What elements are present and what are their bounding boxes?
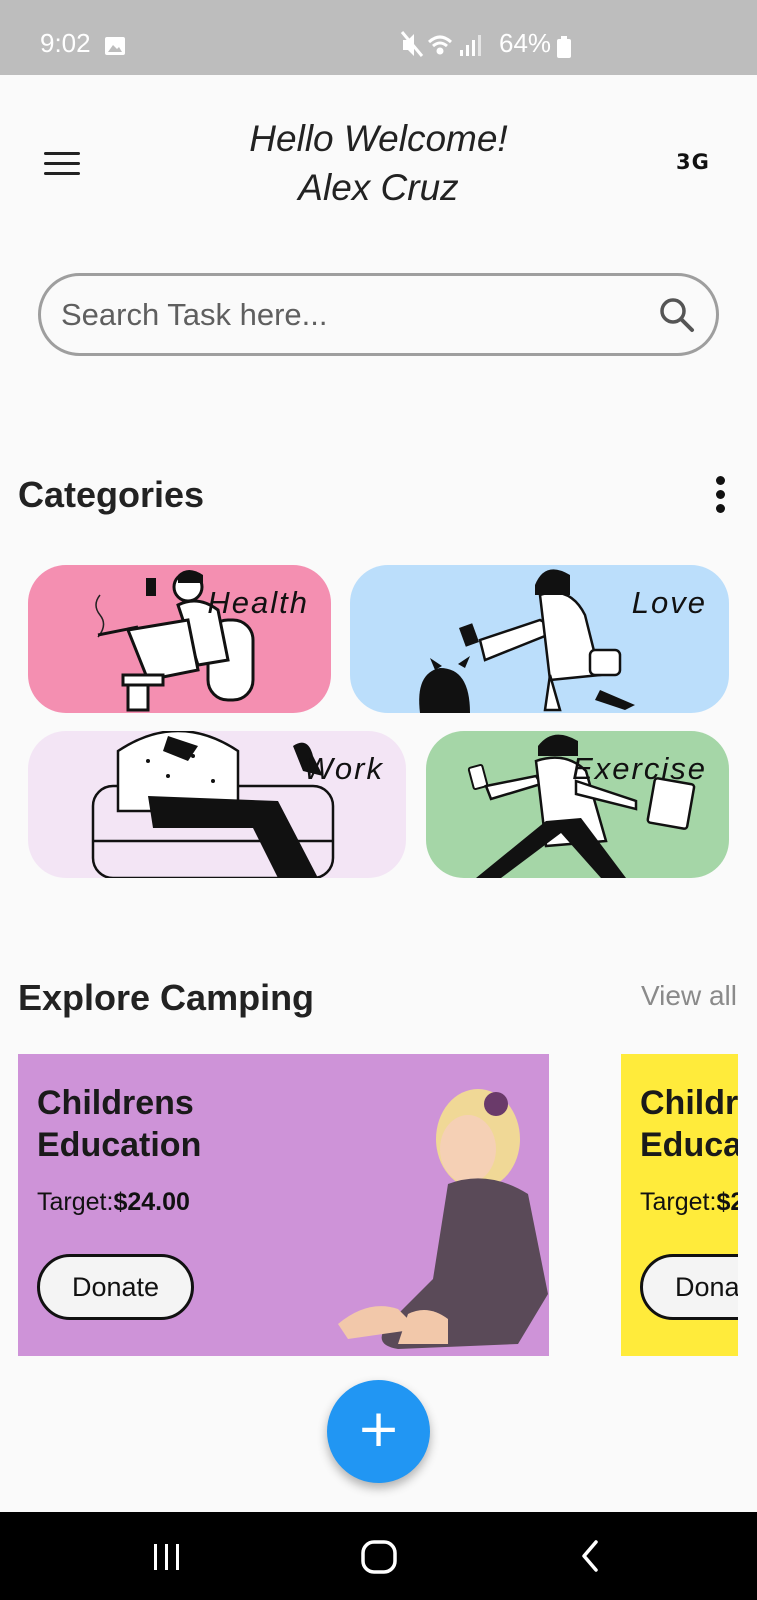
greeting-line-1: Hello Welcome! bbox=[249, 118, 508, 159]
recent-apps-icon[interactable] bbox=[150, 1532, 184, 1580]
view-all-link[interactable]: View all bbox=[641, 980, 737, 1012]
category-label: Work bbox=[303, 751, 384, 786]
battery-percent: 64% bbox=[499, 28, 552, 58]
search-icon[interactable] bbox=[658, 296, 696, 334]
signal-icon bbox=[460, 35, 481, 56]
app-logo: 3G bbox=[676, 150, 710, 174]
image-icon bbox=[105, 37, 125, 55]
category-label: Love bbox=[631, 585, 707, 620]
add-fab-button[interactable]: + bbox=[327, 1380, 430, 1483]
category-label: Health bbox=[207, 585, 309, 620]
status-bar: 9:02 64% bbox=[0, 0, 757, 75]
wifi-icon bbox=[427, 35, 453, 55]
categories-title: Categories bbox=[18, 474, 205, 515]
search-bar bbox=[38, 273, 719, 356]
camping-card-target: Target:$24.00 bbox=[37, 1188, 190, 1217]
user-name: Alex Cruz bbox=[298, 167, 459, 208]
donate-button[interactable]: Donate bbox=[37, 1254, 194, 1320]
home-icon[interactable] bbox=[360, 1532, 398, 1580]
more-vert-icon[interactable] bbox=[708, 476, 732, 516]
category-work[interactable]: Work bbox=[28, 731, 406, 878]
search-input[interactable] bbox=[61, 294, 621, 336]
greeting: Hello Welcome! Alex Cruz bbox=[180, 114, 577, 212]
child-photo bbox=[338, 1089, 548, 1349]
plus-icon: + bbox=[356, 1399, 401, 1459]
camping-card[interactable]: Childrens Education Target:$24.00 Donate bbox=[18, 1054, 549, 1356]
back-icon[interactable] bbox=[578, 1532, 604, 1580]
target-label: Target: bbox=[640, 1188, 717, 1216]
camping-card-target: Target:$24.00 bbox=[640, 1188, 738, 1217]
camping-card[interactable]: Childrens Education Target:$24.00 Donate bbox=[621, 1054, 738, 1356]
target-value: $24.00 bbox=[716, 1188, 738, 1216]
mute-icon bbox=[400, 31, 424, 57]
donate-button[interactable]: Donate bbox=[640, 1254, 738, 1320]
menu-icon[interactable] bbox=[44, 152, 80, 176]
battery-icon bbox=[557, 36, 571, 58]
category-exercise[interactable]: Exercise bbox=[426, 731, 729, 878]
target-label: Target: bbox=[37, 1188, 114, 1216]
category-label: Exercise bbox=[572, 751, 707, 786]
system-nav-bar bbox=[0, 1512, 757, 1600]
status-icons bbox=[400, 31, 481, 57]
status-time: 9:02 bbox=[40, 28, 91, 58]
camping-card-title: Childrens Education bbox=[37, 1084, 202, 1164]
category-health[interactable]: Health bbox=[28, 565, 331, 713]
target-value: $24.00 bbox=[113, 1188, 190, 1216]
camping-card-title: Childrens Education bbox=[640, 1084, 738, 1164]
explore-title: Explore Camping bbox=[18, 977, 315, 1018]
category-love[interactable]: Love bbox=[350, 565, 729, 713]
